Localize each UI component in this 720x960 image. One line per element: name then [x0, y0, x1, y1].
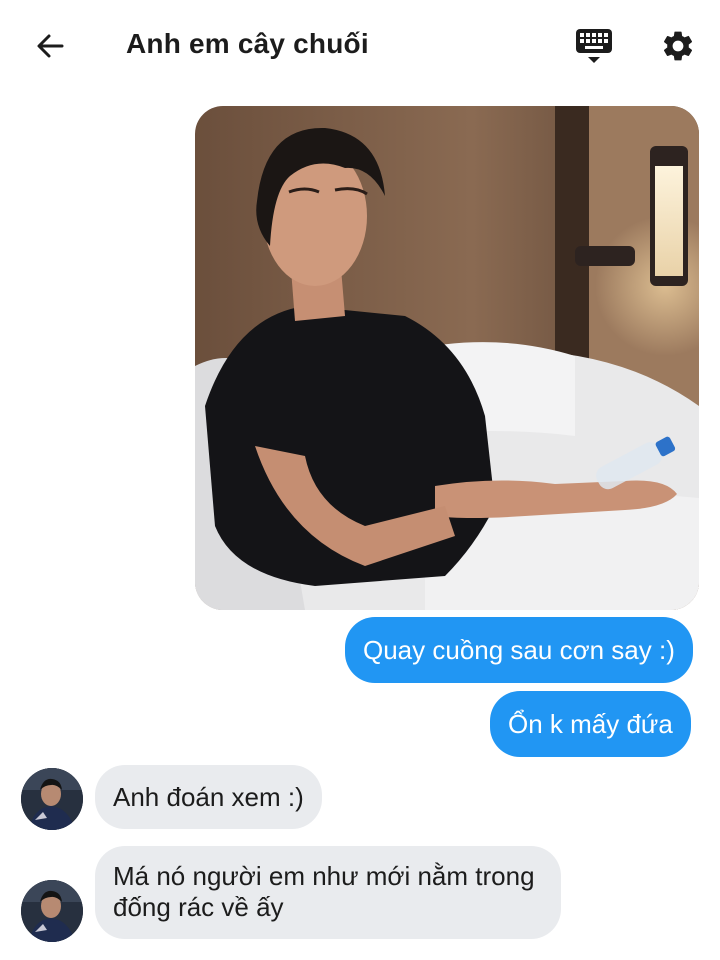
- message-bubble-incoming[interactable]: Anh đoán xem :): [95, 765, 322, 829]
- gear-icon: [663, 31, 693, 61]
- chat-screen: Anh em cây chuối Quay cuồng sau cơn say …: [0, 0, 720, 960]
- message-bubble-outgoing[interactable]: Quay cuồng sau cơn say :): [345, 617, 693, 683]
- chat-title: Anh em cây chuối: [126, 28, 369, 59]
- chat-header: Anh em cây chuối: [0, 0, 720, 92]
- avatar[interactable]: [21, 880, 83, 942]
- settings-button[interactable]: [656, 24, 700, 68]
- back-arrow-icon: [37, 34, 64, 58]
- message-bubble-incoming[interactable]: Má nó người em như mới nằm trong đống rá…: [95, 846, 561, 939]
- keyboard-icon: [576, 29, 612, 63]
- keyboard-button[interactable]: [572, 26, 616, 66]
- back-button[interactable]: [26, 24, 74, 68]
- avatar[interactable]: [21, 768, 83, 830]
- shared-photo[interactable]: [195, 106, 699, 610]
- message-bubble-outgoing[interactable]: Ổn k mấy đứa: [490, 691, 691, 757]
